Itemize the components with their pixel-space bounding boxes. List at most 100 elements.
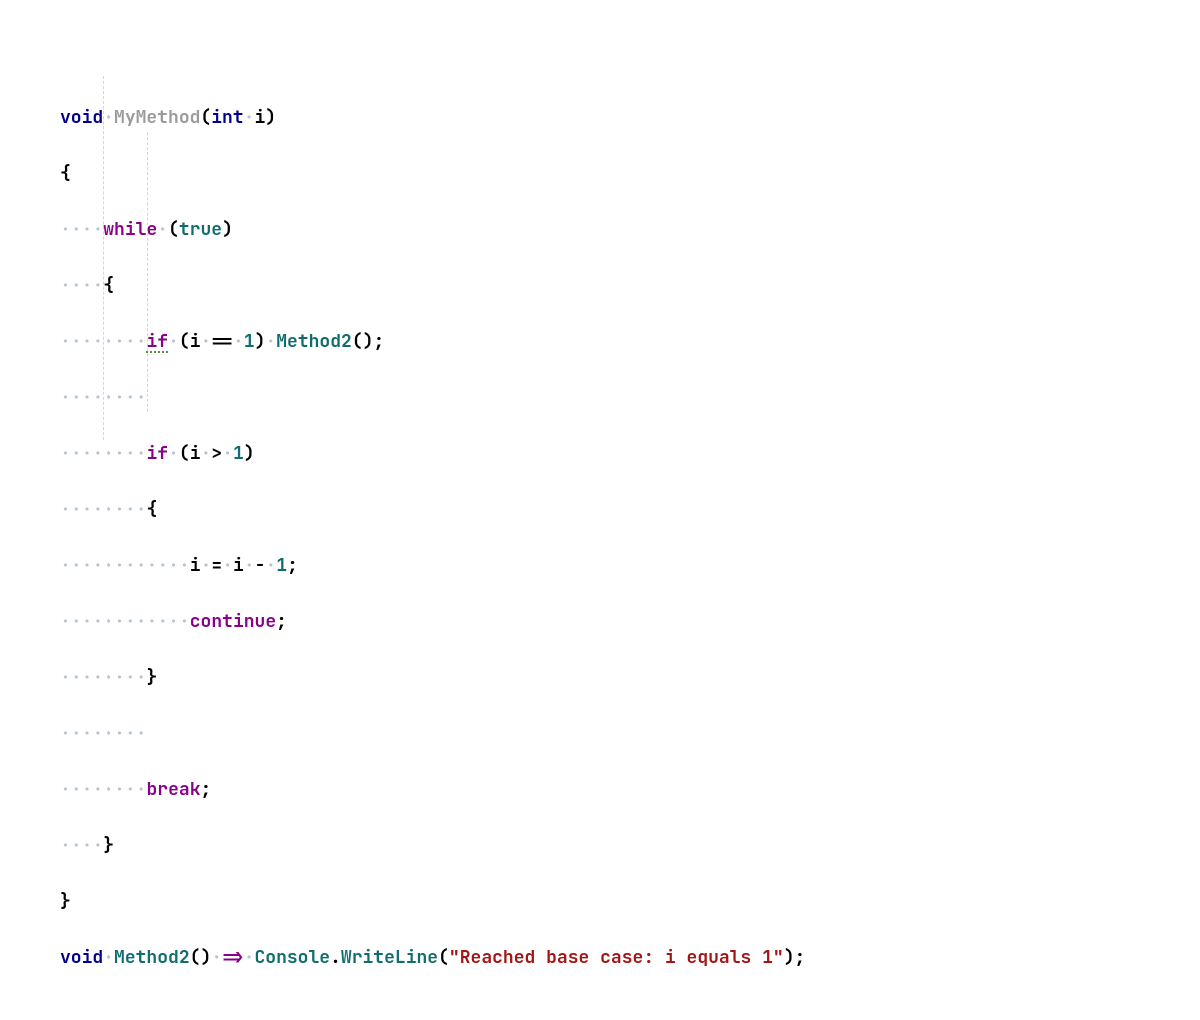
code-line: { bbox=[60, 160, 1200, 188]
whitespace-dot: · bbox=[168, 442, 179, 465]
paren-close: ) bbox=[363, 330, 374, 353]
whitespace-dot: · bbox=[92, 330, 103, 353]
brace-open: { bbox=[60, 162, 71, 185]
code-line: ········ bbox=[60, 720, 1200, 748]
whitespace-dot: · bbox=[103, 778, 114, 801]
whitespace-dot: · bbox=[147, 610, 158, 633]
whitespace-dot: · bbox=[82, 610, 93, 633]
whitespace-dot: · bbox=[82, 330, 93, 353]
code-line: ········if·(i·>·1) bbox=[60, 440, 1200, 468]
keyword-void: void bbox=[60, 946, 103, 969]
whitespace-dot: · bbox=[92, 554, 103, 577]
whitespace-dot: · bbox=[244, 106, 255, 129]
whitespace-dot: · bbox=[92, 218, 103, 241]
whitespace-dot: · bbox=[60, 274, 71, 297]
whitespace-dot: · bbox=[136, 666, 147, 689]
whitespace-dot: · bbox=[82, 442, 93, 465]
whitespace-dot: · bbox=[82, 218, 93, 241]
whitespace-dot: · bbox=[136, 722, 147, 745]
identifier-i: i bbox=[190, 330, 201, 353]
method-name: MyMethod bbox=[114, 106, 200, 129]
whitespace-dot: · bbox=[71, 498, 82, 521]
code-line: ····} bbox=[60, 832, 1200, 860]
whitespace-dot: · bbox=[82, 666, 93, 689]
whitespace-dot: · bbox=[103, 330, 114, 353]
whitespace-dot: · bbox=[136, 386, 147, 409]
whitespace-dot: · bbox=[60, 498, 71, 521]
brace-open: { bbox=[147, 498, 158, 521]
whitespace-dot: · bbox=[103, 946, 114, 969]
whitespace-dot: · bbox=[92, 498, 103, 521]
keyword-while: while bbox=[103, 218, 157, 241]
whitespace-dot: · bbox=[157, 610, 168, 633]
dot: . bbox=[330, 946, 341, 969]
paren-close: ) bbox=[222, 218, 233, 241]
whitespace-dot: · bbox=[147, 554, 158, 577]
operator-gt: > bbox=[211, 442, 222, 465]
whitespace-dot: · bbox=[92, 666, 103, 689]
whitespace-dot: · bbox=[179, 554, 190, 577]
whitespace-dot: · bbox=[114, 554, 125, 577]
whitespace-dot: · bbox=[82, 554, 93, 577]
keyword-int: int bbox=[211, 106, 243, 129]
identifier-i: i bbox=[254, 106, 265, 129]
whitespace-dot: · bbox=[211, 946, 222, 969]
whitespace-dot: · bbox=[71, 218, 82, 241]
whitespace-dot: · bbox=[136, 554, 147, 577]
semicolon: ; bbox=[373, 330, 384, 353]
whitespace-dot: · bbox=[103, 498, 114, 521]
whitespace-dot: · bbox=[60, 666, 71, 689]
whitespace-dot: · bbox=[71, 834, 82, 857]
whitespace-dot: · bbox=[103, 610, 114, 633]
whitespace-dot: · bbox=[82, 386, 93, 409]
arrow-operator: => bbox=[222, 946, 244, 969]
literal-one: 1 bbox=[233, 442, 244, 465]
identifier-i: i bbox=[190, 554, 201, 577]
whitespace-dot: · bbox=[136, 442, 147, 465]
paren-close: ) bbox=[200, 946, 211, 969]
whitespace-dot: · bbox=[103, 666, 114, 689]
keyword-if: if bbox=[147, 442, 169, 465]
whitespace-dot: · bbox=[92, 778, 103, 801]
whitespace-dot: · bbox=[92, 610, 103, 633]
code-line: ········if·(i·==·1)·Method2(); bbox=[60, 328, 1200, 356]
keyword-continue: continue bbox=[190, 610, 276, 633]
code-line: ····{ bbox=[60, 272, 1200, 300]
whitespace-dot: · bbox=[60, 834, 71, 857]
whitespace-dot: · bbox=[71, 442, 82, 465]
code-block: void·MyMethod(int·i) { ····while·(true) … bbox=[0, 0, 1200, 1020]
brace-close: } bbox=[147, 666, 158, 689]
paren-close: ) bbox=[784, 946, 795, 969]
whitespace-dot: · bbox=[222, 442, 233, 465]
code-line: ········{ bbox=[60, 496, 1200, 524]
whitespace-dot: · bbox=[201, 442, 212, 465]
whitespace-dot: · bbox=[244, 946, 255, 969]
identifier-i: i bbox=[233, 554, 244, 577]
paren-open: ( bbox=[438, 946, 449, 969]
paren-open: ( bbox=[179, 442, 190, 465]
whitespace-dot: · bbox=[201, 330, 212, 353]
whitespace-dot: · bbox=[92, 442, 103, 465]
whitespace-dot: · bbox=[157, 554, 168, 577]
operator-assign: = bbox=[211, 554, 222, 577]
whitespace-dot: · bbox=[125, 442, 136, 465]
whitespace-dot: · bbox=[157, 218, 168, 241]
code-line: void·Method2()·=>·Console.WriteLine("Rea… bbox=[60, 944, 1200, 972]
whitespace-dot: · bbox=[103, 386, 114, 409]
semicolon: ; bbox=[201, 778, 212, 801]
whitespace-dot: · bbox=[125, 330, 136, 353]
method-writeline: WriteLine bbox=[341, 946, 438, 969]
whitespace-dot: · bbox=[201, 554, 212, 577]
keyword-if: if bbox=[147, 330, 169, 353]
whitespace-dot: · bbox=[92, 834, 103, 857]
code-line: ········ bbox=[60, 384, 1200, 412]
paren-close: ) bbox=[244, 442, 255, 465]
code-line: void·MyMethod(int·i) bbox=[60, 104, 1200, 132]
whitespace-dot: · bbox=[125, 778, 136, 801]
operator-minus: - bbox=[255, 554, 266, 577]
whitespace-dot: · bbox=[82, 722, 93, 745]
class-console: Console bbox=[254, 946, 330, 969]
whitespace-dot: · bbox=[114, 386, 125, 409]
whitespace-dot: · bbox=[82, 274, 93, 297]
whitespace-dot: · bbox=[136, 610, 147, 633]
